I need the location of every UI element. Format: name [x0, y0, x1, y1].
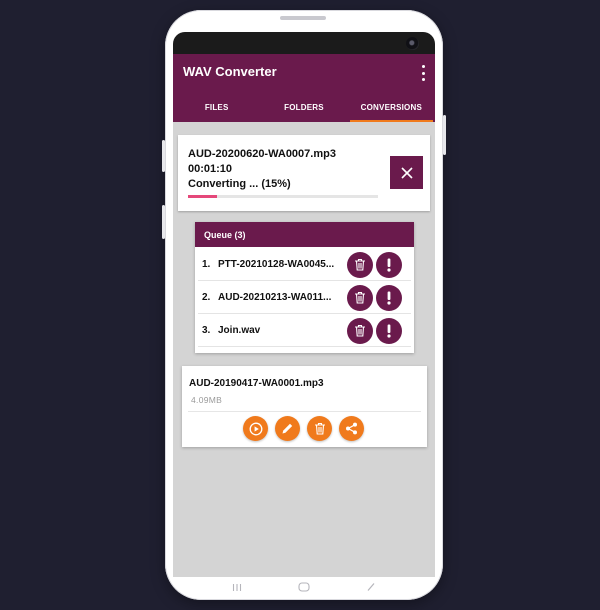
- queue-title: Queue (3): [195, 222, 414, 247]
- queue-item-name: Join.wav: [218, 325, 261, 336]
- phone-volume-button: [162, 140, 165, 172]
- camera-icon: [406, 37, 419, 50]
- phone-speaker: [280, 16, 326, 20]
- back-icon[interactable]: [364, 582, 378, 592]
- queue-item-name: PTT-20210128-WA0045...: [218, 259, 335, 270]
- current-conversion-card: AUD-20200620-WA0007.mp3 00:01:10 Convert…: [178, 135, 430, 211]
- phone-frame: WAV Converter FILES FOLDERS CONVERSIONS …: [162, 10, 446, 600]
- home-icon[interactable]: [297, 582, 311, 592]
- queue-item: 2. AUD-20210213-WA011...: [198, 282, 411, 314]
- queue-item-delete-button[interactable]: [347, 251, 373, 278]
- tab-folders[interactable]: FOLDERS: [260, 92, 347, 122]
- exclamation-icon: [387, 291, 391, 305]
- queue-item-index: 2.: [202, 292, 211, 303]
- queue-item-info-button[interactable]: [376, 317, 402, 344]
- converted-file-card: AUD-20190417-WA0001.mp3 4.09MB: [182, 366, 427, 447]
- divider: [188, 411, 421, 412]
- trash-icon: [355, 258, 365, 271]
- status-bar: [173, 32, 435, 54]
- exclamation-icon: [387, 324, 391, 338]
- queue-item-info-button[interactable]: [376, 251, 402, 278]
- tab-files[interactable]: FILES: [173, 92, 260, 122]
- queue-item-info-button[interactable]: [376, 284, 402, 311]
- trash-icon: [355, 324, 365, 337]
- share-button[interactable]: [339, 416, 364, 441]
- file-name: AUD-20190417-WA0001.mp3: [189, 378, 324, 389]
- app-screen: WAV Converter FILES FOLDERS CONVERSIONS …: [173, 32, 435, 577]
- play-button[interactable]: [243, 416, 268, 441]
- phone-power-button: [443, 115, 446, 155]
- delete-button[interactable]: [307, 416, 332, 441]
- recent-apps-icon[interactable]: [230, 582, 244, 592]
- app-title: WAV Converter: [183, 64, 277, 79]
- file-size: 4.09MB: [191, 395, 223, 405]
- queue-item-index: 3.: [202, 325, 211, 336]
- trash-icon: [355, 291, 365, 304]
- conversion-progress-bar: [188, 195, 378, 198]
- conversion-duration: 00:01:10: [188, 163, 233, 175]
- overflow-menu-icon[interactable]: [420, 65, 426, 81]
- queue-item-delete-button[interactable]: [347, 317, 373, 344]
- app-bar: WAV Converter: [173, 54, 435, 92]
- queue-item: 3. Join.wav: [198, 315, 411, 347]
- tab-conversions[interactable]: CONVERSIONS: [348, 92, 435, 122]
- exclamation-icon: [387, 258, 391, 272]
- conversion-progress-fill: [188, 195, 217, 198]
- trash-icon: [314, 422, 325, 435]
- edit-button[interactable]: [275, 416, 300, 441]
- edit-icon: [282, 423, 293, 434]
- file-actions: [243, 416, 371, 441]
- cancel-conversion-button[interactable]: [390, 156, 423, 189]
- queue-item-index: 1.: [202, 259, 211, 270]
- play-icon: [249, 422, 262, 435]
- tab-bar: FILES FOLDERS CONVERSIONS: [173, 92, 435, 122]
- queue-item-delete-button[interactable]: [347, 284, 373, 311]
- conversion-file-name: AUD-20200620-WA0007.mp3: [188, 148, 336, 160]
- share-icon: [346, 422, 357, 435]
- system-nav-bar: [173, 577, 435, 597]
- close-icon: [400, 166, 413, 179]
- conversion-status: Converting ... (15%): [188, 178, 291, 190]
- queue-item-name: AUD-20210213-WA011...: [218, 292, 332, 303]
- queue-panel: Queue (3) 1. PTT-20210128-WA0045... 2. A…: [195, 222, 414, 353]
- conversion-info: AUD-20200620-WA0007.mp3 00:01:10 Convert…: [188, 147, 336, 192]
- phone-bixby-button: [162, 205, 165, 239]
- queue-item: 1. PTT-20210128-WA0045...: [198, 249, 411, 281]
